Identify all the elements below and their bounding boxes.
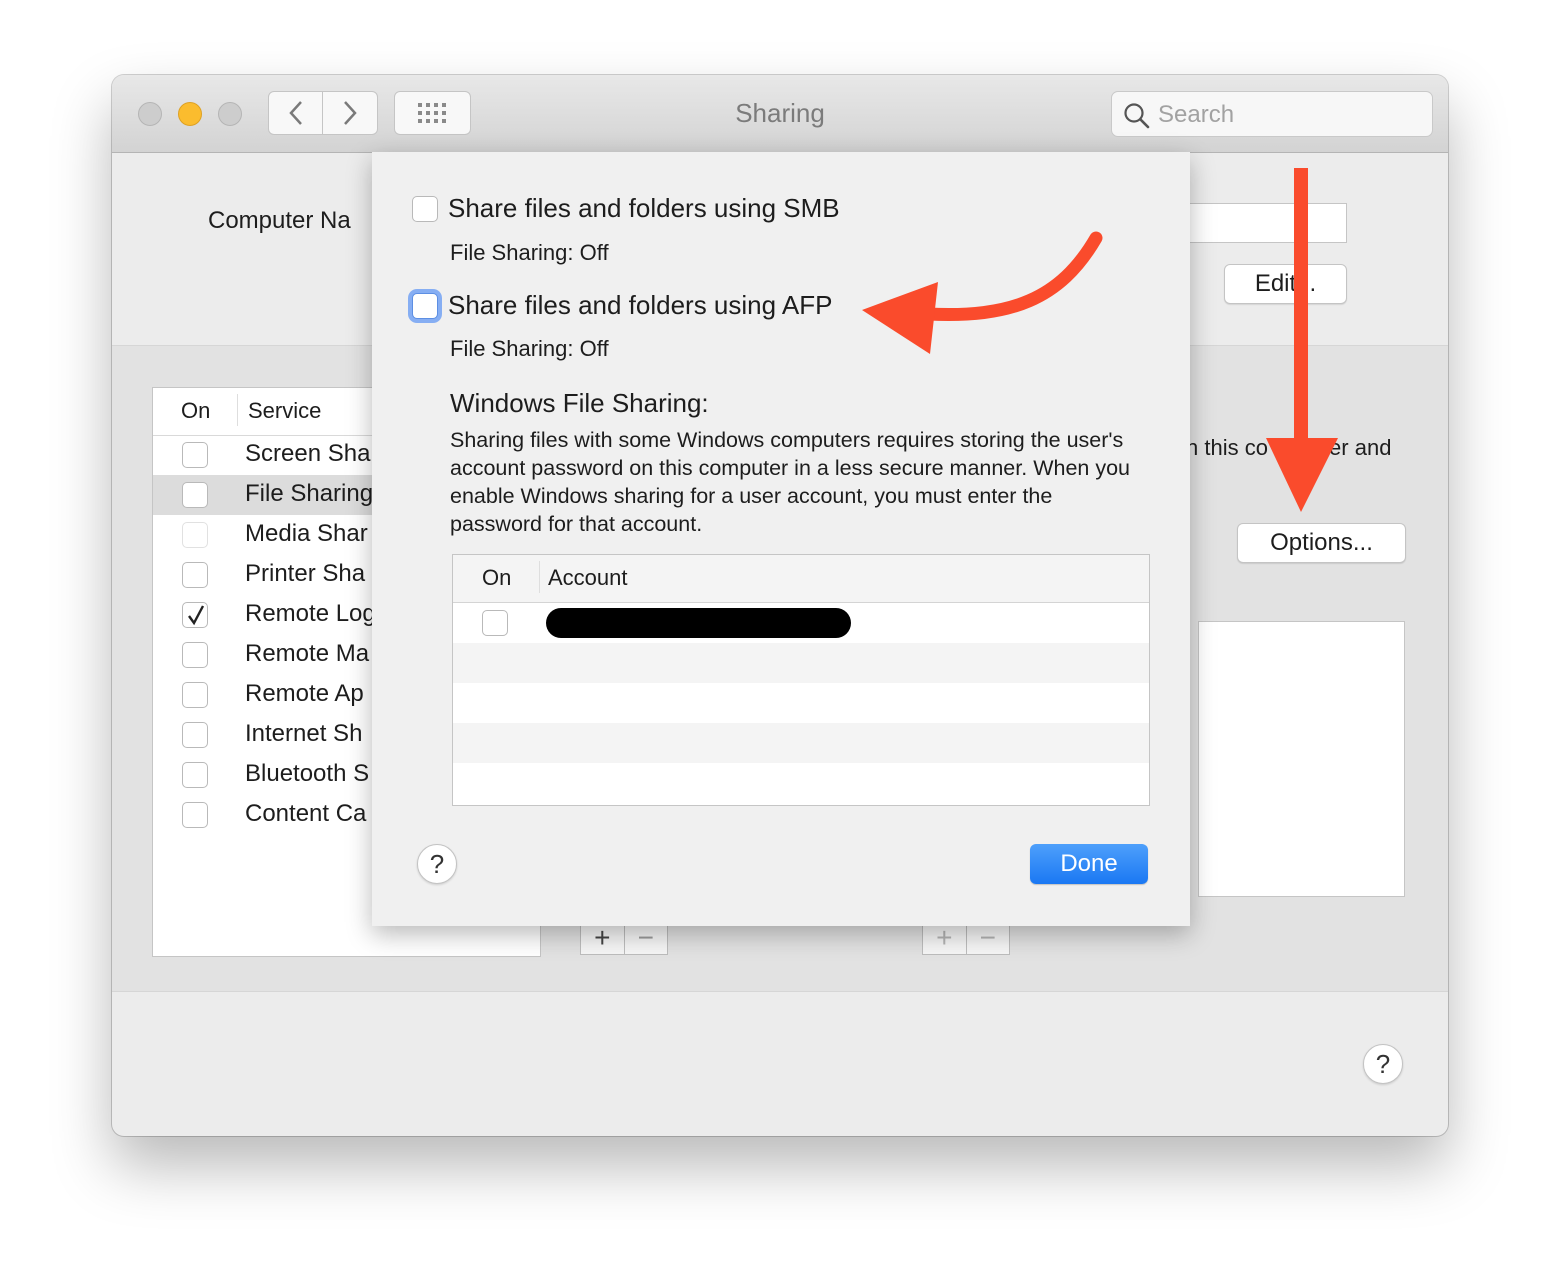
empty-row bbox=[453, 723, 1149, 763]
add-folder-button[interactable]: + bbox=[581, 922, 624, 954]
smb-checkbox[interactable] bbox=[412, 196, 438, 222]
column-header-on: On bbox=[181, 398, 211, 423]
account-checkbox[interactable] bbox=[482, 610, 508, 636]
shared-folders-add-remove: + − bbox=[580, 921, 668, 955]
windows-file-sharing-heading: Windows File Sharing: bbox=[450, 388, 709, 418]
service-name: Media Shar bbox=[245, 520, 368, 547]
service-name: Screen Sha bbox=[245, 440, 371, 467]
service-name: Remote Log bbox=[245, 600, 376, 627]
service-checkbox[interactable] bbox=[182, 642, 208, 668]
checkmark-icon bbox=[188, 605, 205, 626]
empty-row bbox=[453, 643, 1149, 683]
service-checkbox[interactable] bbox=[182, 522, 208, 548]
done-button[interactable]: Done bbox=[1030, 844, 1148, 884]
windows-file-sharing-description: Sharing files with some Windows computer… bbox=[450, 428, 1130, 536]
accounts-table-header: On Account bbox=[453, 555, 1149, 603]
search-field[interactable]: Search bbox=[1111, 91, 1433, 137]
column-header-account: Account bbox=[548, 565, 628, 590]
column-divider bbox=[237, 394, 238, 426]
smb-label: Share files and folders using SMB bbox=[448, 193, 840, 223]
service-checkbox[interactable] bbox=[182, 602, 208, 628]
service-name: Remote Ma bbox=[245, 640, 370, 667]
service-name: Remote Ap bbox=[245, 680, 364, 707]
service-checkbox[interactable] bbox=[182, 722, 208, 748]
afp-label: Share files and folders using AFP bbox=[448, 290, 833, 320]
service-name: Internet Sh bbox=[245, 720, 363, 747]
question-mark-icon: ? bbox=[429, 848, 445, 879]
service-name: Bluetooth S bbox=[245, 760, 370, 787]
column-header-service: Service bbox=[248, 398, 322, 423]
service-name: Content Ca bbox=[245, 800, 367, 827]
service-checkbox[interactable] bbox=[182, 682, 208, 708]
users-list bbox=[1198, 621, 1405, 897]
smb-status: File Sharing: Off bbox=[450, 240, 609, 265]
redacted-account-name bbox=[546, 608, 851, 638]
column-header-on: On bbox=[482, 565, 512, 590]
description-text: n this co er and bbox=[1186, 435, 1392, 460]
accounts-table: On Account bbox=[452, 554, 1150, 806]
options-button[interactable]: Options... bbox=[1237, 523, 1406, 563]
service-name: File Sharing bbox=[245, 480, 374, 507]
service-name: Printer Sha bbox=[245, 560, 366, 587]
search-placeholder: Search bbox=[1158, 101, 1235, 128]
empty-row bbox=[453, 763, 1149, 803]
service-checkbox[interactable] bbox=[182, 762, 208, 788]
edit-button[interactable]: Edit... bbox=[1224, 264, 1347, 304]
remove-user-button[interactable]: − bbox=[965, 922, 1010, 954]
afp-status: File Sharing: Off bbox=[450, 336, 609, 361]
sheet-help-button[interactable]: ? bbox=[417, 844, 457, 884]
service-checkbox[interactable] bbox=[182, 482, 208, 508]
add-user-button[interactable]: + bbox=[923, 922, 966, 954]
remove-folder-button[interactable]: − bbox=[623, 922, 668, 954]
magnifier-icon bbox=[1124, 103, 1150, 129]
file-sharing-options-sheet: Share files and folders using SMB File S… bbox=[372, 152, 1190, 926]
empty-row bbox=[453, 683, 1149, 723]
column-divider bbox=[539, 561, 540, 593]
users-add-remove: + − bbox=[922, 921, 1010, 955]
title-bar: Sharing Search bbox=[112, 75, 1448, 153]
question-mark-icon: ? bbox=[1375, 1048, 1391, 1079]
window-help-button[interactable]: ? bbox=[1363, 1044, 1403, 1084]
computer-name-label: Computer Na bbox=[208, 207, 351, 234]
account-row[interactable] bbox=[453, 603, 1149, 643]
service-checkbox[interactable] bbox=[182, 442, 208, 468]
service-checkbox[interactable] bbox=[182, 802, 208, 828]
service-checkbox[interactable] bbox=[182, 562, 208, 588]
afp-checkbox[interactable] bbox=[412, 293, 438, 319]
